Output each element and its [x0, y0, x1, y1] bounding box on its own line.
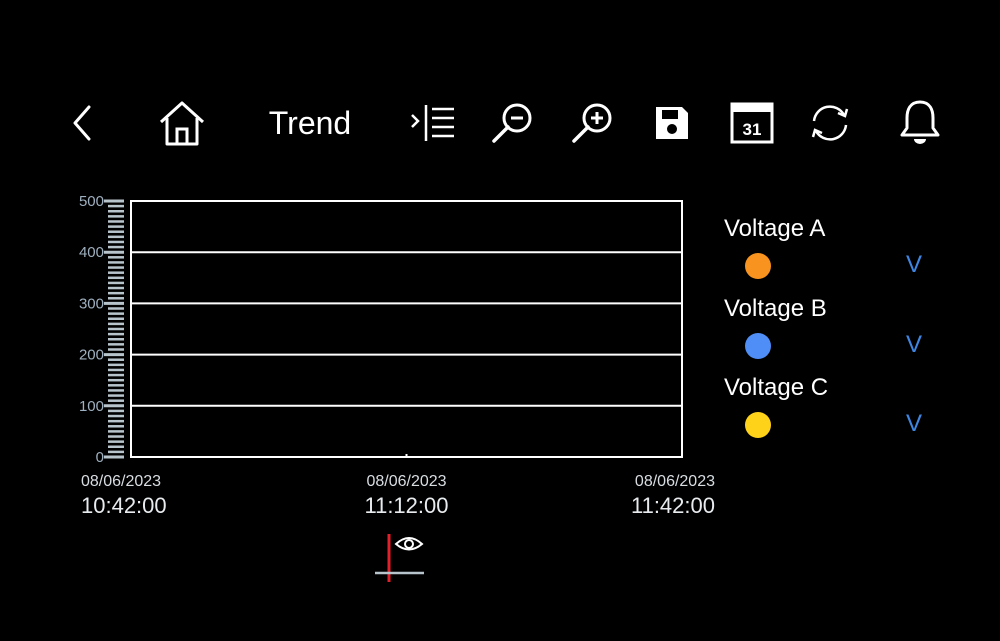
y-tick-label: 0 — [96, 449, 104, 466]
x-tick-time: 11:12:00 — [364, 493, 448, 518]
x-tick-date: 08/06/2023 — [81, 473, 161, 490]
legend-color-dot — [745, 333, 771, 359]
legend-unit: V — [906, 410, 923, 437]
y-tick-label: 200 — [79, 347, 104, 364]
legend-item-voltage-c[interactable]: Voltage C V — [720, 374, 960, 444]
legend-unit: V — [906, 251, 923, 278]
legend-color-dot — [745, 412, 771, 438]
x-tick-time: 11:42:00 — [631, 493, 715, 518]
chart-grid — [131, 251, 682, 407]
legend-color-dot — [745, 253, 771, 279]
y-axis: 500 400 300 200 100 0 — [79, 193, 124, 466]
legend-unit: V — [906, 331, 923, 358]
cursor-tool-button[interactable] — [370, 530, 430, 586]
legend-item-voltage-a[interactable]: Voltage A V — [720, 215, 960, 285]
legend-item-voltage-b[interactable]: Voltage B V — [720, 295, 960, 365]
legend-label: Voltage B — [724, 295, 827, 322]
legend-label: Voltage A — [724, 215, 826, 242]
x-tick-date: 08/06/2023 — [635, 473, 715, 490]
y-tick-label: 300 — [79, 295, 104, 312]
y-tick-label: 400 — [79, 244, 104, 261]
x-tick-time: 10:42:00 — [81, 493, 167, 518]
legend-label: Voltage C — [724, 374, 829, 401]
trend-screen: Trend 31 500 400 300 200 100 0 08/06/202… — [0, 0, 1000, 641]
x-tick-date: 08/06/2023 — [366, 473, 446, 490]
y-tick-label: 500 — [79, 193, 104, 210]
y-tick-label: 100 — [79, 398, 104, 415]
x-axis: 08/06/2023 10:42:00 08/06/2023 11:12:00 08/0… — [81, 454, 715, 518]
plot-area[interactable] — [130, 200, 683, 458]
eye-cursor-icon — [375, 534, 424, 582]
